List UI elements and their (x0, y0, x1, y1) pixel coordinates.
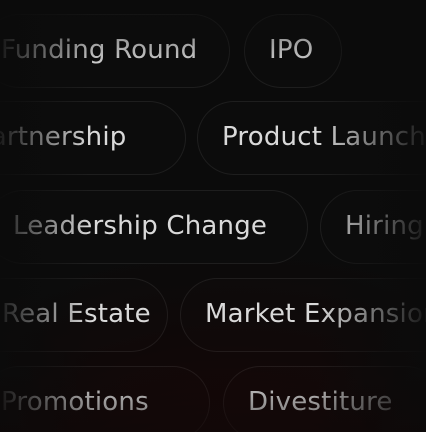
tag-label: Market Expansion (205, 299, 426, 329)
tag-label: Divestiture (248, 387, 393, 417)
tag-partnership[interactable]: Partnership (0, 101, 186, 175)
tag-label: Leadership Change (13, 211, 268, 241)
tag-label: Partnership (0, 122, 127, 152)
tag-real-estate[interactable]: Real Estate (0, 278, 168, 352)
tag-market-expansion[interactable]: Market Expansion (180, 278, 426, 352)
tag-label: Real Estate (2, 299, 151, 329)
tag-label: Product Launch (222, 122, 426, 152)
tag-label: Hiring (345, 211, 424, 241)
tag-label: IPO (269, 35, 314, 65)
event-tag-cloud: Funding Round IPO Partnership Product La… (0, 0, 426, 432)
tag-promotions[interactable]: Promotions (0, 366, 210, 432)
tag-product-launch[interactable]: Product Launch (197, 101, 426, 175)
tag-funding-round[interactable]: Funding Round (0, 14, 230, 88)
tag-hiring[interactable]: Hiring (320, 190, 426, 264)
tag-ipo[interactable]: IPO (244, 14, 342, 88)
tag-label: Promotions (1, 387, 149, 417)
tag-leadership-change[interactable]: Leadership Change (0, 190, 308, 264)
tag-divestiture[interactable]: Divestiture (223, 366, 426, 432)
tag-label: Funding Round (1, 35, 198, 65)
